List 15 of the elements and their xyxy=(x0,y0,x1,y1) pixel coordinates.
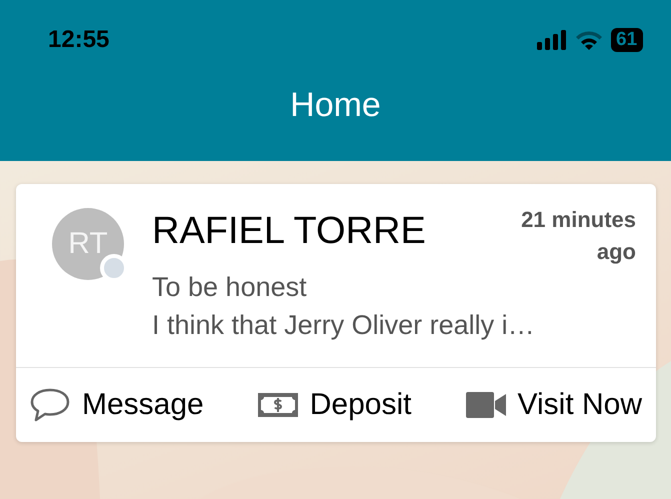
wifi-icon xyxy=(575,30,603,50)
contact-name: RAFIEL TORRE xyxy=(152,210,427,253)
message-action-button[interactable]: Message xyxy=(30,388,204,422)
deposit-action-button[interactable]: Deposit xyxy=(258,388,412,422)
speech-bubble-icon xyxy=(30,388,70,422)
message-preview: To be honest xyxy=(152,271,308,304)
video-action-button[interactable]: Visit Now xyxy=(466,388,642,422)
status-time: 12:55 xyxy=(48,26,110,54)
message-preview: I think that Jerry Oliver really i… xyxy=(152,309,536,342)
video-camera-icon xyxy=(466,392,506,418)
message-time: 21 minutes ago xyxy=(520,206,636,266)
signal-icon xyxy=(537,30,567,50)
page-title: Home xyxy=(289,86,382,125)
banknote-icon xyxy=(258,393,298,417)
battery-level: 61 xyxy=(611,28,643,52)
